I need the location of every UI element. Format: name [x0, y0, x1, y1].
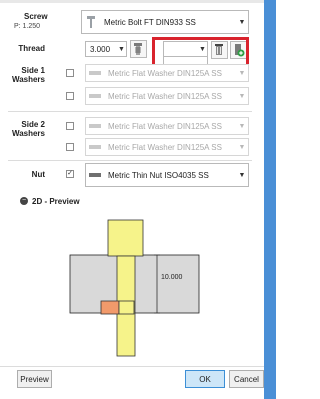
side2-washer2-checkbox[interactable]: [66, 143, 74, 151]
divider: [8, 111, 252, 112]
thread-length-icon: [134, 43, 142, 55]
side2-washer1-dropdown[interactable]: Metric Flat Washer DIN125A SS ▼: [85, 117, 249, 135]
dimension-label: 10.000: [161, 274, 183, 281]
bolt-dialog: Screw P: 1.250 Metric Bolt FT DIN933 SS …: [0, 0, 264, 399]
ok-button[interactable]: OK: [185, 370, 225, 388]
thread-label: Thread: [18, 44, 45, 53]
collapse-icon[interactable]: −: [20, 197, 28, 205]
side2-washer2-value: Metric Flat Washer DIN125A SS: [108, 142, 222, 152]
chevron-down-icon: ▼: [238, 171, 246, 179]
nut-icon: [86, 171, 104, 179]
window-edge: [264, 0, 276, 399]
top-strip: [0, 0, 264, 3]
nut-dropdown[interactable]: Metric Thin Nut ISO4035 SS ▼: [85, 163, 249, 187]
thread-length-dropdown[interactable]: 3.000 ▼: [85, 41, 127, 57]
washer-icon: [86, 143, 104, 151]
chevron-down-icon: ▼: [238, 92, 246, 100]
washer-icon: [86, 69, 104, 77]
side1-washer1-value: Metric Flat Washer DIN125A SS: [108, 68, 222, 78]
side2-washer2-dropdown[interactable]: Metric Flat Washer DIN125A SS ▼: [85, 138, 249, 156]
side1-washer1-dropdown[interactable]: Metric Flat Washer DIN125A SS ▼: [85, 64, 249, 82]
chevron-down-icon: ▼: [118, 45, 125, 53]
side2-label: Side 2 Washers: [11, 120, 45, 138]
preview-section-title: 2D - Preview: [32, 197, 80, 206]
cancel-button[interactable]: Cancel: [229, 370, 264, 388]
nut-checkbox[interactable]: ✓: [66, 170, 74, 178]
footer-divider: [0, 366, 264, 367]
chevron-down-icon: ▼: [238, 122, 246, 130]
side1-washer2-dropdown[interactable]: Metric Flat Washer DIN125A SS ▼: [85, 87, 249, 105]
thread-value: 3.000: [90, 44, 111, 54]
washer-icon: [86, 92, 104, 100]
side2-washer1-value: Metric Flat Washer DIN125A SS: [108, 121, 222, 131]
screw-value: Metric Bolt FT DIN933 SS: [104, 17, 196, 27]
preview-drawing: 10.000: [60, 212, 210, 364]
side1-washer1-checkbox[interactable]: [66, 69, 74, 77]
side1-label: Side 1 Washers: [11, 66, 45, 84]
washer-icon: [86, 122, 104, 130]
screw-pitch: P: 1.250: [14, 23, 41, 30]
nut-label: Nut: [31, 170, 45, 179]
chevron-down-icon: ▼: [238, 18, 246, 26]
thread-length-button[interactable]: [130, 40, 147, 58]
nut-value: Metric Thin Nut ISO4035 SS: [108, 170, 209, 180]
side1-washer2-checkbox[interactable]: [66, 92, 74, 100]
screw-label: Screw: [24, 12, 48, 21]
bolt-icon: [82, 11, 100, 33]
preview-button[interactable]: Preview: [17, 370, 52, 388]
chevron-down-icon: ▼: [238, 69, 246, 77]
side1-washer2-value: Metric Flat Washer DIN125A SS: [108, 91, 222, 101]
divider: [8, 160, 252, 161]
side2-washer1-checkbox[interactable]: [66, 122, 74, 130]
screw-dropdown[interactable]: Metric Bolt FT DIN933 SS ▼: [81, 10, 249, 34]
chevron-down-icon: ▼: [238, 143, 246, 151]
